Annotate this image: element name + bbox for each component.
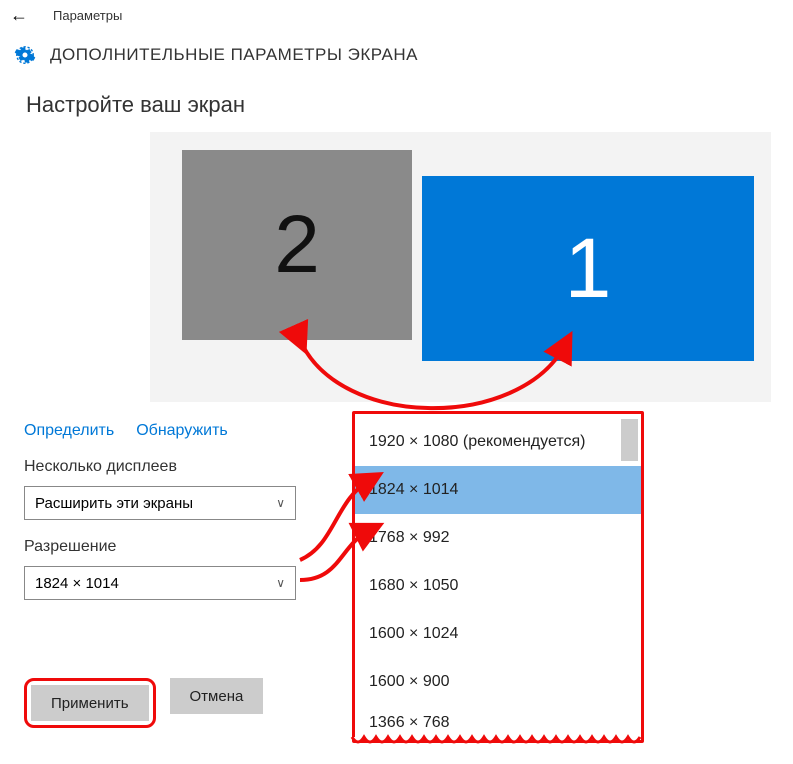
window-titlebar: ← Параметры xyxy=(0,0,793,30)
section-title: Настройте ваш экран xyxy=(0,82,793,132)
apply-button[interactable]: Применить xyxy=(31,685,149,721)
cancel-button[interactable]: Отмена xyxy=(170,678,264,714)
resolution-option[interactable]: 1366 × 768 xyxy=(355,706,641,740)
action-buttons: Применить Отмена xyxy=(24,678,263,728)
resolution-option[interactable]: 1768 × 992 xyxy=(355,514,641,562)
page-header: ДОПОЛНИТЕЛЬНЫЕ ПАРАМЕТРЫ ЭКРАНА xyxy=(0,30,793,82)
resolution-option-selected[interactable]: 1824 × 1014 xyxy=(355,466,641,514)
scrollbar[interactable] xyxy=(621,419,638,461)
identify-link[interactable]: Определить xyxy=(24,422,114,440)
resolution-option[interactable]: 1600 × 1024 xyxy=(355,610,641,658)
multiple-displays-select[interactable]: Расширить эти экраны ∨ xyxy=(24,486,296,520)
monitor-1-selected[interactable]: 1 xyxy=(422,176,754,361)
resolution-dropdown-popup[interactable]: 1920 × 1080 (рекомендуется) 1824 × 1014 … xyxy=(352,411,644,743)
page-title: ДОПОЛНИТЕЛЬНЫЕ ПАРАМЕТРЫ ЭКРАНА xyxy=(50,45,418,65)
chevron-down-icon: ∨ xyxy=(276,576,285,590)
back-arrow-icon[interactable]: ← xyxy=(10,5,28,26)
display-arrangement-panel[interactable]: 2 1 xyxy=(150,132,771,402)
resolution-option[interactable]: 1920 × 1080 (рекомендуется) xyxy=(355,418,641,466)
resolution-select[interactable]: 1824 × 1014 ∨ xyxy=(24,566,296,600)
resolution-value: 1824 × 1014 xyxy=(35,575,119,592)
resolution-option[interactable]: 1680 × 1050 xyxy=(355,562,641,610)
monitor-2[interactable]: 2 xyxy=(182,150,412,340)
detect-link[interactable]: Обнаружить xyxy=(136,422,228,440)
chevron-down-icon: ∨ xyxy=(276,496,285,510)
resolution-option[interactable]: 1600 × 900 xyxy=(355,658,641,706)
annotation-highlight-apply: Применить xyxy=(24,678,156,728)
gear-icon xyxy=(14,44,36,66)
multiple-displays-value: Расширить эти экраны xyxy=(35,495,193,512)
window-title: Параметры xyxy=(53,8,122,23)
